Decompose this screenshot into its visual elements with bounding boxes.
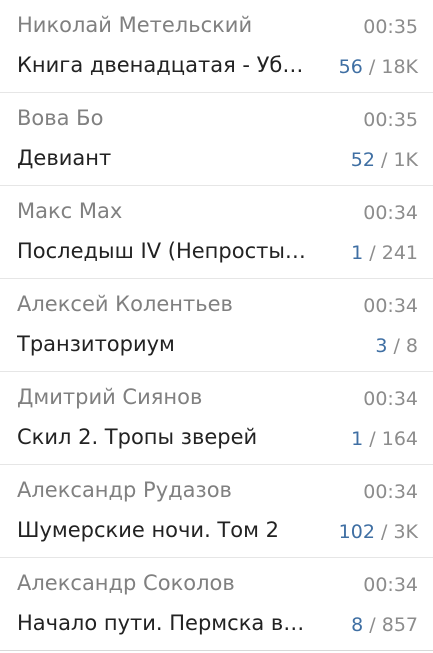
list-item[interactable]: Дмитрий Сиянов 00:34 Скил 2. Тропы звере…: [0, 372, 433, 465]
timestamp: 00:34: [363, 574, 418, 596]
new-count: 8: [351, 614, 364, 636]
book-title[interactable]: Транзиториум: [17, 330, 175, 358]
count-separator: /: [393, 335, 406, 357]
total-count: 164: [381, 428, 418, 450]
new-count: 102: [338, 521, 375, 543]
book-title[interactable]: Скил 2. Тропы зверей: [17, 423, 257, 451]
new-count: 56: [338, 56, 363, 78]
total-count: 3K: [393, 521, 418, 543]
author-name[interactable]: Николай Метельский: [17, 11, 252, 39]
total-count: 1K: [393, 149, 418, 171]
total-count: 857: [381, 614, 418, 636]
author-name[interactable]: Вова Бо: [17, 104, 103, 132]
author-name[interactable]: Дмитрий Сиянов: [17, 383, 202, 411]
count-stats: 8 / 857: [351, 612, 418, 638]
count-stats: 1 / 241: [351, 240, 418, 266]
list-item[interactable]: Вова Бо 00:35 Девиант 52 / 1K: [0, 93, 433, 186]
list-item[interactable]: Николай Метельский 00:35 Книга двенадцат…: [0, 0, 433, 93]
timestamp: 00:35: [363, 16, 418, 38]
count-stats: 102 / 3K: [339, 519, 418, 545]
new-count: 1: [351, 242, 364, 264]
timestamp: 00:34: [363, 202, 418, 224]
new-count: 1: [351, 428, 364, 450]
timestamp: 00:34: [363, 295, 418, 317]
author-name[interactable]: Алексей Колентьев: [17, 290, 233, 318]
updates-list: Николай Метельский 00:35 Книга двенадцат…: [0, 0, 433, 651]
book-title[interactable]: Девиант: [17, 144, 111, 172]
timestamp: 00:34: [363, 388, 418, 410]
author-name[interactable]: Александр Рудазов: [17, 476, 232, 504]
count-separator: /: [369, 242, 382, 264]
total-count: 8: [405, 335, 418, 357]
author-name[interactable]: Александр Соколов: [17, 569, 235, 597]
count-separator: /: [369, 614, 382, 636]
count-stats: 1 / 164: [351, 426, 418, 452]
total-count: 18K: [381, 56, 418, 78]
total-count: 241: [381, 242, 418, 264]
list-item[interactable]: Алексей Колентьев 00:34 Транзиториум 3 /…: [0, 279, 433, 372]
book-title[interactable]: Последыш IV (Непросты…: [17, 237, 306, 265]
count-stats: 3 / 8: [375, 333, 418, 359]
new-count: 3: [375, 335, 388, 357]
new-count: 52: [350, 149, 375, 171]
count-separator: /: [368, 56, 382, 78]
count-separator: /: [380, 149, 394, 171]
count-stats: 56 / 18K: [339, 54, 418, 80]
count-separator: /: [380, 521, 394, 543]
book-title[interactable]: Начало пути. Пермска в…: [17, 609, 304, 637]
list-item[interactable]: Макс Мах 00:34 Последыш IV (Непросты… 1 …: [0, 186, 433, 279]
count-stats: 52 / 1K: [351, 147, 418, 173]
list-item[interactable]: Александр Рудазов 00:34 Шумерские ночи. …: [0, 465, 433, 558]
list-item[interactable]: Александр Соколов 00:34 Начало пути. Пер…: [0, 558, 433, 651]
book-title[interactable]: Шумерские ночи. Том 2: [17, 516, 279, 544]
timestamp: 00:35: [363, 109, 418, 131]
author-name[interactable]: Макс Мах: [17, 197, 122, 225]
book-title[interactable]: Книга двенадцатая - Уб…: [17, 51, 303, 79]
timestamp: 00:34: [363, 481, 418, 503]
count-separator: /: [369, 428, 382, 450]
